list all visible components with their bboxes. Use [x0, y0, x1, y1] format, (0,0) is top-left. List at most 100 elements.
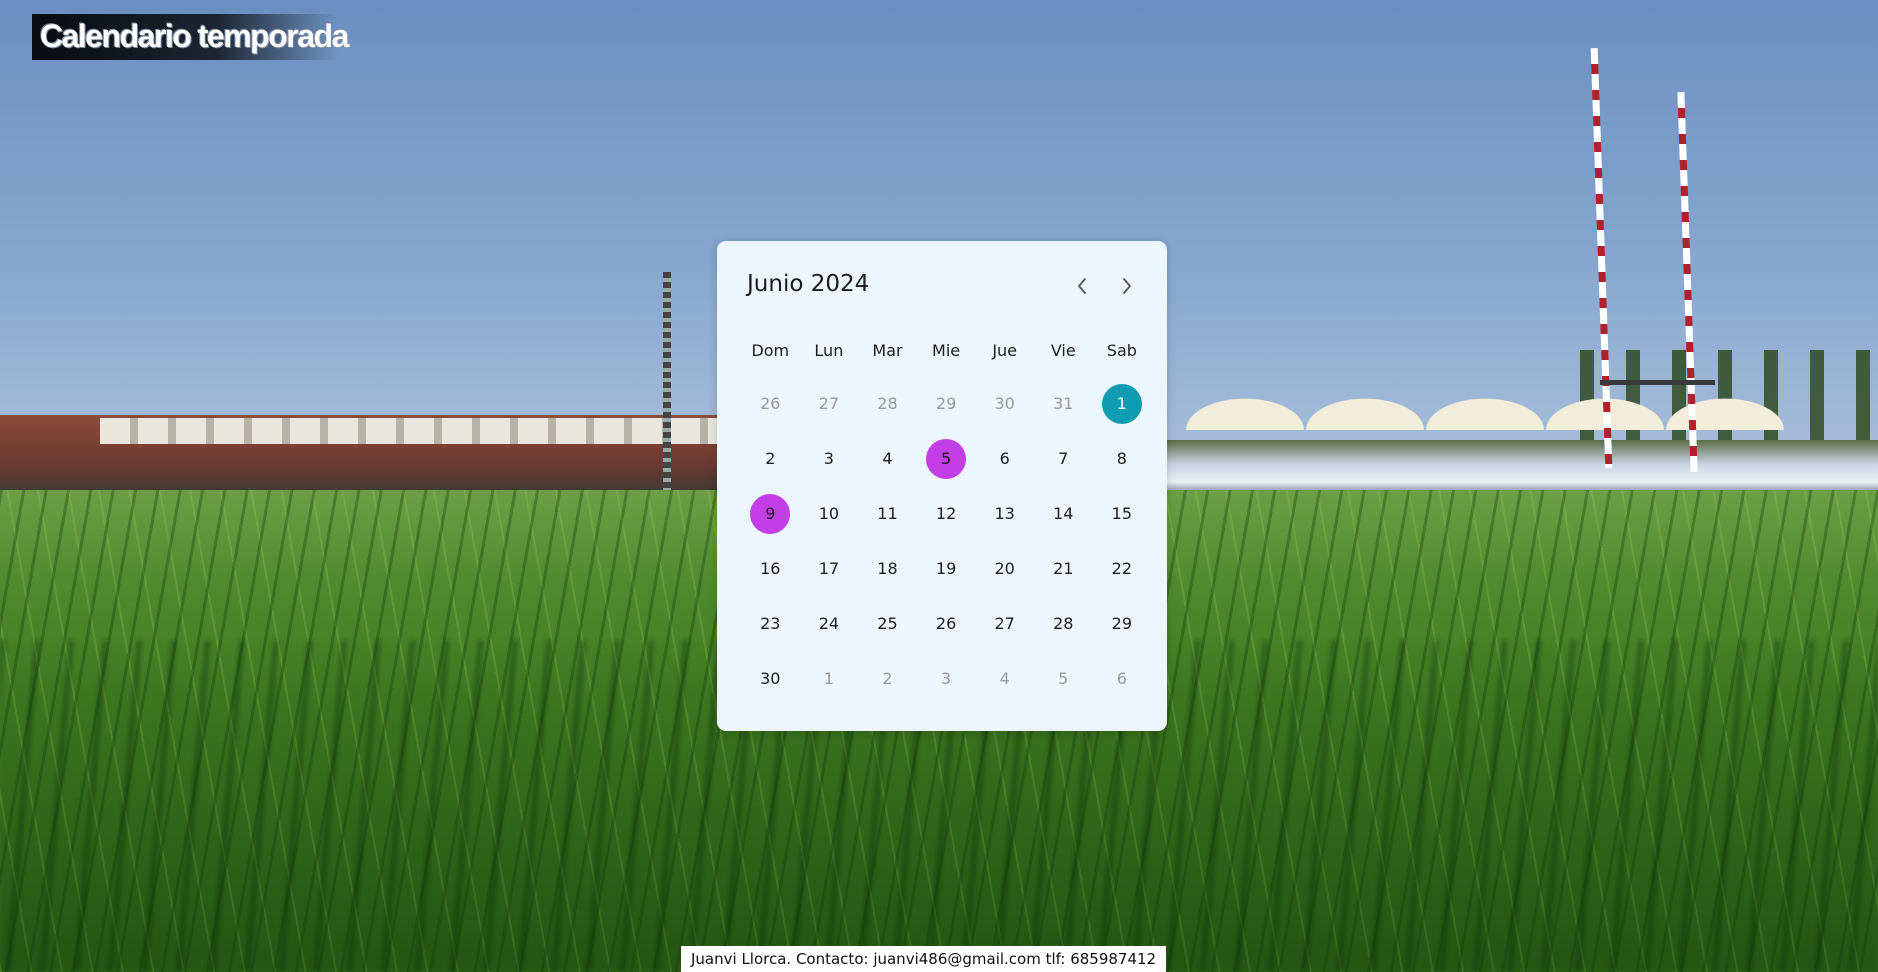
weekday-header: Sab — [1106, 340, 1137, 360]
day-cell[interactable]: 25 — [858, 596, 917, 651]
day-number: 25 — [877, 614, 898, 633]
calendar-grid: Dom Lun Mar Mie Jue Vie Sab 26 27 28 29 30 31 1 2 3 4 5 6 7… — [741, 336, 1151, 706]
day-number: 15 — [1111, 504, 1133, 523]
day-cell[interactable]: 2 — [741, 431, 800, 486]
day-number: 11 — [877, 504, 898, 523]
weekday-header: Dom — [751, 340, 790, 360]
day-number: 19 — [935, 559, 957, 578]
day-cell[interactable]: 20 — [975, 541, 1034, 596]
day-number: 2 — [882, 669, 893, 688]
month-label: Junio 2024 — [747, 271, 870, 297]
day-cell-other-month[interactable]: 6 — [1093, 651, 1152, 706]
day-number: 12 — [935, 504, 957, 523]
prev-month-button[interactable] — [1067, 271, 1097, 301]
day-number: 14 — [1053, 504, 1074, 523]
day-number: 3 — [823, 449, 834, 468]
day-cell[interactable]: 11 — [858, 486, 917, 541]
day-cell[interactable]: 8 — [1093, 431, 1152, 486]
day-number: 22 — [1111, 559, 1133, 578]
day-cell-other-month[interactable]: 27 — [800, 376, 859, 431]
day-cell[interactable]: 13 — [975, 486, 1034, 541]
page-title: Calendario temporada — [40, 18, 349, 54]
day-number: 27 — [818, 394, 840, 413]
day-number: 31 — [1053, 394, 1074, 413]
day-number: 26 — [760, 394, 781, 413]
day-cell[interactable]: 3 — [800, 431, 859, 486]
day-cell[interactable]: 30 — [741, 651, 800, 706]
day-number: 1 — [1101, 383, 1142, 424]
day-number: 7 — [1058, 449, 1069, 468]
day-cell[interactable]: 29 — [1093, 596, 1152, 651]
canopy — [1650, 390, 1800, 430]
day-number: 28 — [1053, 614, 1074, 633]
day-number: 5 — [926, 438, 967, 479]
day-cell[interactable]: 4 — [858, 431, 917, 486]
day-number: 18 — [877, 559, 898, 578]
rugby-crossbar — [1600, 380, 1715, 385]
day-number: 21 — [1053, 559, 1074, 578]
day-number: 16 — [760, 559, 781, 578]
day-cell[interactable]: 19 — [917, 541, 976, 596]
calendar-card: Junio 2024 Dom Lun Mar Mie Jue Vie Sab 26 27 28 29… — [717, 241, 1167, 731]
day-cell[interactable]: 10 — [800, 486, 859, 541]
day-cell[interactable]: 17 — [800, 541, 859, 596]
day-cell-event[interactable]: 5 — [917, 431, 976, 486]
day-cell[interactable]: 28 — [1034, 596, 1093, 651]
weekday-header: Lun — [814, 340, 844, 360]
day-number: 6 — [999, 449, 1010, 468]
day-number: 1 — [823, 669, 834, 688]
day-number: 30 — [994, 394, 1015, 413]
footer-contact: Juanvi Llorca. Contacto: juanvi486@gmail… — [681, 946, 1167, 972]
day-number: 8 — [1116, 449, 1127, 468]
day-cell[interactable]: 26 — [917, 596, 976, 651]
weekday-header: Jue — [992, 340, 1018, 360]
floodlight-tower — [663, 272, 671, 502]
day-number: 17 — [818, 559, 840, 578]
day-cell-other-month[interactable]: 3 — [917, 651, 976, 706]
day-number: 23 — [760, 614, 781, 633]
left-stand-roof — [100, 418, 720, 444]
day-number: 29 — [935, 394, 957, 413]
day-number: 27 — [994, 614, 1015, 633]
weekday-header: Vie — [1050, 340, 1076, 360]
next-month-button[interactable] — [1112, 271, 1142, 301]
day-cell-other-month[interactable]: 28 — [858, 376, 917, 431]
day-cell-other-month[interactable]: 4 — [975, 651, 1034, 706]
day-number: 26 — [935, 614, 957, 633]
chevron-left-icon — [1078, 278, 1086, 294]
day-cell-today[interactable]: 1 — [1093, 376, 1152, 431]
day-number: 5 — [1058, 669, 1069, 688]
day-cell[interactable]: 6 — [975, 431, 1034, 486]
day-cell[interactable]: 23 — [741, 596, 800, 651]
day-cell[interactable]: 21 — [1034, 541, 1093, 596]
day-cell[interactable]: 18 — [858, 541, 917, 596]
day-number: 24 — [818, 614, 840, 633]
day-number: 30 — [760, 669, 781, 688]
day-number: 9 — [750, 493, 791, 534]
chevron-right-icon — [1123, 278, 1131, 294]
day-number: 2 — [765, 449, 776, 468]
day-cell-other-month[interactable]: 30 — [975, 376, 1034, 431]
day-cell-other-month[interactable]: 26 — [741, 376, 800, 431]
day-cell[interactable]: 12 — [917, 486, 976, 541]
day-number: 28 — [877, 394, 898, 413]
day-number: 4 — [882, 449, 893, 468]
day-number: 29 — [1111, 614, 1133, 633]
day-number: 4 — [999, 669, 1010, 688]
weekday-header: Mar — [872, 340, 903, 360]
day-cell-other-month[interactable]: 29 — [917, 376, 976, 431]
day-cell-other-month[interactable]: 1 — [800, 651, 859, 706]
day-cell[interactable]: 7 — [1034, 431, 1093, 486]
day-cell-event[interactable]: 9 — [741, 486, 800, 541]
day-cell-other-month[interactable]: 31 — [1034, 376, 1093, 431]
day-cell[interactable]: 15 — [1093, 486, 1152, 541]
day-number: 3 — [940, 669, 952, 688]
day-number: 20 — [994, 559, 1015, 578]
day-cell[interactable]: 14 — [1034, 486, 1093, 541]
day-cell[interactable]: 22 — [1093, 541, 1152, 596]
day-cell-other-month[interactable]: 5 — [1034, 651, 1093, 706]
day-cell[interactable]: 16 — [741, 541, 800, 596]
day-cell[interactable]: 24 — [800, 596, 859, 651]
day-cell-other-month[interactable]: 2 — [858, 651, 917, 706]
day-cell[interactable]: 27 — [975, 596, 1034, 651]
